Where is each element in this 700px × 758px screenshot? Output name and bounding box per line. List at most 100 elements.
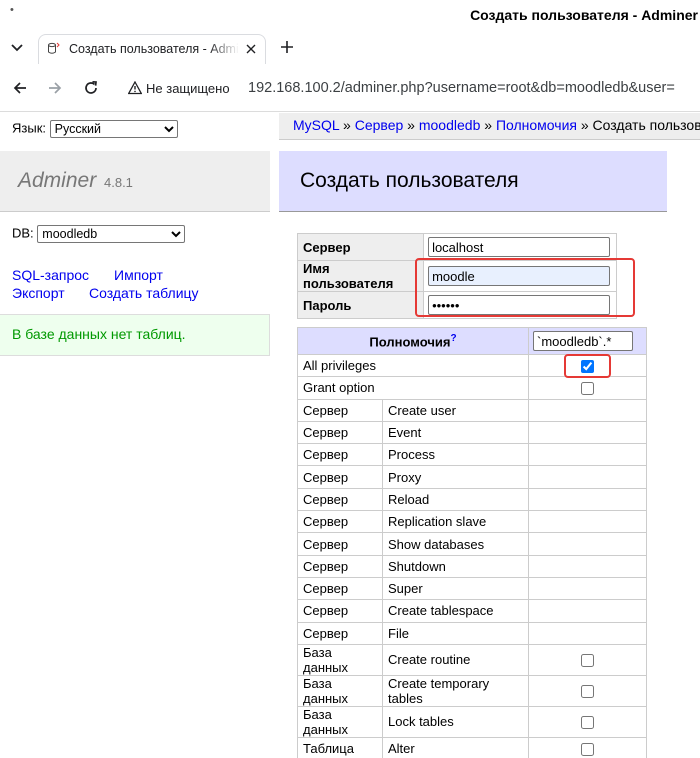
window-menu-dot-icon[interactable]: • bbox=[10, 4, 14, 16]
privilege-row: Сервер Event bbox=[297, 420, 647, 445]
address-bar: Не защищено 192.168.100.2/adminer.php?us… bbox=[0, 64, 700, 112]
privilege-cell bbox=[528, 643, 647, 676]
privilege-cell bbox=[528, 674, 647, 707]
privilege-scope-input[interactable] bbox=[533, 331, 633, 351]
privilege-checkbox[interactable] bbox=[581, 743, 594, 757]
tab-strip: Создать пользователя - Adminer bbox=[0, 32, 700, 64]
privilege-context: Сервер bbox=[297, 420, 383, 445]
password-input[interactable] bbox=[428, 295, 611, 315]
forward-arrow-icon[interactable] bbox=[47, 80, 63, 96]
privilege-name: Proxy bbox=[382, 465, 529, 489]
breadcrumb-current: Создать пользователя bbox=[592, 117, 700, 133]
adminer-version[interactable]: 4.8.1 bbox=[104, 175, 133, 190]
privilege-row: База данных Create routine bbox=[297, 643, 647, 676]
privilege-row: Сервер Show databases bbox=[297, 532, 647, 556]
server-input[interactable] bbox=[428, 237, 611, 257]
back-arrow-icon[interactable] bbox=[12, 80, 28, 96]
language-selector: Язык: Русский bbox=[12, 120, 178, 138]
privilege-context: База данных bbox=[297, 705, 383, 738]
adminer-logo-header: Adminer 4.8.1 bbox=[0, 151, 270, 212]
privilege-name: Reload bbox=[382, 487, 529, 512]
db-select[interactable]: moodledb bbox=[37, 225, 186, 243]
privilege-cell bbox=[528, 420, 647, 445]
language-select[interactable]: Русский bbox=[49, 120, 178, 138]
tab-close-icon[interactable] bbox=[245, 43, 257, 55]
breadcrumb-mysql[interactable]: MySQL bbox=[293, 117, 339, 133]
create-table-link[interactable]: Создать таблицу bbox=[89, 284, 199, 302]
breadcrumb-server[interactable]: Сервер bbox=[355, 117, 404, 133]
privilege-name: Show databases bbox=[382, 532, 529, 556]
privilege-cell bbox=[528, 705, 647, 738]
privileges-header: Полномочия? bbox=[297, 327, 529, 355]
privilege-cell bbox=[528, 576, 647, 601]
privilege-row: Сервер Create tablespace bbox=[297, 599, 647, 623]
privilege-name: Create user bbox=[382, 398, 529, 422]
username-label: Имя пользователя bbox=[296, 260, 425, 292]
privilege-cell bbox=[528, 554, 647, 578]
privilege-name: Process bbox=[382, 443, 529, 467]
privilege-checkbox[interactable] bbox=[581, 654, 594, 668]
privilege-cell bbox=[528, 532, 647, 556]
privilege-context: Сервер bbox=[297, 532, 383, 556]
tab-list-chevron-icon[interactable] bbox=[8, 38, 26, 56]
privilege-context: Сервер bbox=[297, 554, 383, 578]
browser-tab-active[interactable]: Создать пользователя - Adminer bbox=[38, 34, 266, 64]
privilege-context: Сервер bbox=[297, 398, 383, 422]
url-field[interactable]: 192.168.100.2/adminer.php?username=root&… bbox=[248, 80, 675, 96]
privilege-context: Сервер bbox=[297, 576, 383, 601]
privilege-name: Alter bbox=[382, 736, 529, 758]
privilege-name: File bbox=[382, 621, 529, 645]
window-title: Создать пользователя - Adminer bbox=[470, 7, 698, 23]
privilege-row: Сервер Create user bbox=[297, 398, 647, 422]
privilege-cell bbox=[528, 465, 647, 489]
page-title: Создать пользователя bbox=[300, 169, 519, 192]
privilege-context: База данных bbox=[297, 674, 383, 707]
privilege-context: Таблица bbox=[297, 736, 383, 758]
warning-triangle-icon[interactable] bbox=[128, 81, 142, 95]
privilege-row: Сервер Proxy bbox=[297, 465, 647, 489]
privilege-row: Сервер File bbox=[297, 621, 647, 645]
user-credentials-table: Сервер Имя пользователя Пароль bbox=[296, 233, 617, 319]
privileges-help-link[interactable]: ? bbox=[450, 333, 456, 344]
privilege-row: Сервер Reload bbox=[297, 487, 647, 512]
sql-query-link[interactable]: SQL-запрос bbox=[12, 267, 89, 283]
privilege-context: Сервер bbox=[297, 621, 383, 645]
all-privileges-checkbox[interactable] bbox=[581, 360, 594, 374]
privilege-row: Сервер Process bbox=[297, 443, 647, 467]
privilege-context: Сервер bbox=[297, 510, 383, 534]
breadcrumb-privileges[interactable]: Полномочия bbox=[496, 117, 577, 133]
privilege-row: Сервер Super bbox=[297, 576, 647, 601]
export-link[interactable]: Экспорт bbox=[12, 285, 65, 301]
privilege-checkbox[interactable] bbox=[581, 716, 594, 730]
all-privileges-label: All privileges bbox=[297, 353, 529, 378]
db-selector: DB: moodledb bbox=[12, 225, 186, 243]
reload-icon[interactable] bbox=[83, 80, 99, 96]
window-titlebar: • Создать пользователя - Adminer bbox=[0, 0, 700, 32]
security-status-label[interactable]: Не защищено bbox=[146, 81, 230, 96]
privilege-cell bbox=[528, 487, 647, 512]
adminer-logo[interactable]: Adminer bbox=[18, 169, 96, 193]
privilege-row: Таблица Alter bbox=[297, 736, 647, 758]
privilege-context: Сервер bbox=[297, 443, 383, 467]
import-link[interactable]: Импорт bbox=[114, 266, 163, 284]
password-label: Пароль bbox=[296, 291, 425, 319]
adminer-favicon-icon bbox=[48, 42, 60, 54]
privilege-checkbox[interactable] bbox=[581, 685, 594, 699]
privilege-context: Сервер bbox=[297, 599, 383, 623]
privilege-row: База данных Create temporary tables bbox=[297, 674, 647, 707]
db-label: DB: bbox=[12, 225, 34, 241]
new-tab-plus-icon[interactable] bbox=[280, 40, 294, 54]
no-tables-message: В базе данных нет таблиц. bbox=[0, 314, 270, 356]
privileges-table: Полномочия? All privileges Grant option … bbox=[297, 327, 647, 758]
privilege-cell bbox=[528, 736, 647, 758]
language-label: Язык: bbox=[12, 120, 46, 136]
privilege-cell bbox=[528, 398, 647, 422]
privilege-name: Shutdown bbox=[382, 554, 529, 578]
menu-links: SQL-запрос Импорт Экспорт Создать таблиц… bbox=[12, 266, 262, 302]
privilege-row: База данных Lock tables bbox=[297, 705, 647, 738]
tab-title: Создать пользователя - Adminer bbox=[69, 42, 239, 56]
username-input[interactable] bbox=[428, 266, 611, 286]
grant-option-checkbox[interactable] bbox=[581, 382, 594, 396]
breadcrumb-database[interactable]: moodledb bbox=[419, 117, 481, 133]
privilege-name: Lock tables bbox=[382, 705, 529, 738]
